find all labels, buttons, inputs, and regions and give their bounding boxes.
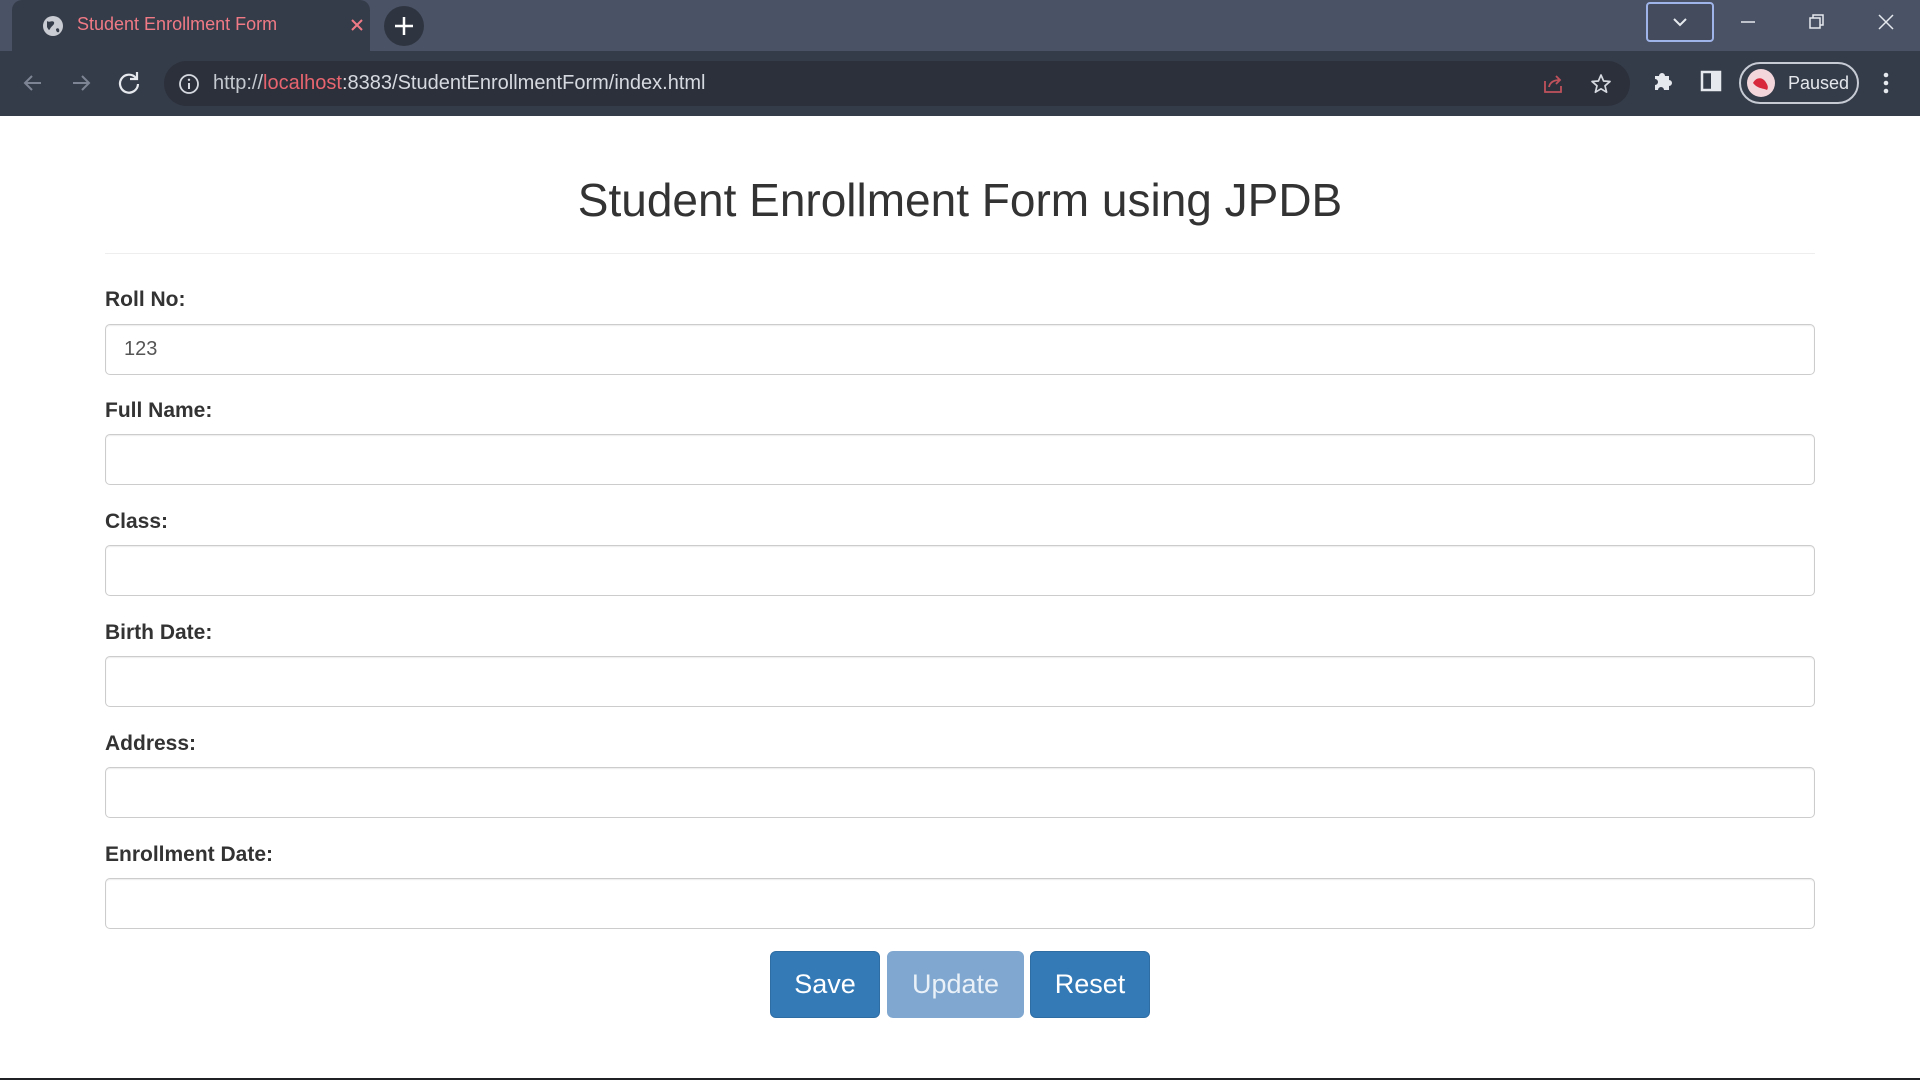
address-input[interactable]: [105, 767, 1815, 818]
share-icon[interactable]: [1541, 72, 1565, 96]
tab-strip: Student Enrollment Form: [0, 0, 1920, 51]
url-host: localhost: [263, 72, 342, 94]
url-scheme: http://: [213, 72, 264, 94]
profile-status-label: Paused: [1788, 73, 1850, 93]
plus-icon: [395, 17, 413, 35]
page-title: Student Enrollment Form using JPDB: [577, 174, 1343, 226]
tab-title: Student Enrollment Form: [77, 14, 278, 34]
enrollment-date-label: Enrollment Date:: [105, 843, 274, 866]
address-label: Address:: [105, 732, 197, 755]
globe-icon: [43, 16, 63, 36]
birth-date-label: Birth Date:: [105, 621, 213, 644]
update-button[interactable]: Update: [887, 951, 1024, 1018]
enrollment-date-input[interactable]: [105, 878, 1815, 929]
close-window-icon[interactable]: [1871, 8, 1901, 36]
reload-icon[interactable]: [113, 67, 145, 99]
arrow-right-icon[interactable]: [65, 67, 97, 99]
close-icon[interactable]: [346, 14, 368, 36]
profile-avatar-icon: [1753, 78, 1768, 90]
profile-button[interactable]: Paused: [1739, 62, 1859, 104]
roll-no-input[interactable]: [105, 324, 1815, 375]
full-name-input[interactable]: [105, 434, 1815, 485]
class-input[interactable]: [105, 545, 1815, 596]
chevron-down-icon: [1673, 18, 1687, 27]
url-text: http://localhost:8383/StudentEnrollmentF…: [213, 72, 705, 95]
full-name-label: Full Name:: [105, 399, 213, 422]
kebab-menu-icon[interactable]: [1874, 67, 1898, 99]
page-content: Student Enrollment Form using JPDB Roll …: [0, 116, 1920, 1078]
save-button[interactable]: Save: [770, 951, 880, 1018]
tab-search-button[interactable]: [1646, 2, 1714, 42]
title-divider: [105, 253, 1815, 254]
new-tab-button[interactable]: [384, 6, 424, 46]
puzzle-icon[interactable]: [1649, 67, 1677, 95]
star-icon[interactable]: [1589, 72, 1613, 96]
birth-date-input[interactable]: [105, 656, 1815, 707]
side-panel-icon[interactable]: [1697, 67, 1725, 95]
reset-button[interactable]: Reset: [1030, 951, 1150, 1018]
arrow-left-icon[interactable]: [17, 67, 49, 99]
url-path: :8383/StudentEnrollmentForm/index.html: [341, 72, 706, 94]
restore-icon[interactable]: [1801, 8, 1831, 36]
address-bar[interactable]: http://localhost:8383/StudentEnrollmentF…: [164, 61, 1630, 106]
class-label: Class:: [105, 510, 169, 533]
browser-toolbar: http://localhost:8383/StudentEnrollmentF…: [0, 51, 1920, 116]
minimize-icon[interactable]: [1733, 8, 1763, 36]
avatar: [1747, 69, 1775, 97]
browser-tab[interactable]: Student Enrollment Form: [12, 0, 370, 51]
roll-no-label: Roll No:: [105, 288, 186, 311]
info-icon[interactable]: [178, 73, 200, 95]
